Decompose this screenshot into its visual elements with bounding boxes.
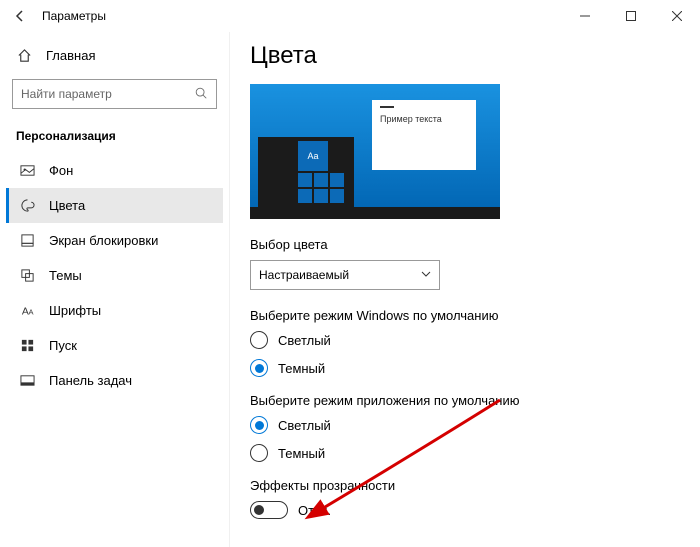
section-title: Персонализация [6,123,223,153]
home-icon [16,48,32,63]
app-mode-light-radio[interactable]: Светлый [250,416,680,434]
dropdown-value: Настраиваемый [259,268,349,282]
back-button[interactable] [10,6,30,26]
transparency-label: Эффекты прозрачности [250,478,680,493]
nav-colors[interactable]: Цвета [6,188,223,223]
minimize-button[interactable] [562,0,608,32]
content-area: Цвета Aa Пример текста Выбор цвета Настр… [230,32,700,547]
radio-label: Темный [278,446,325,461]
windows-mode-label: Выберите режим Windows по умолчанию [250,308,680,323]
color-choice-label: Выбор цвета [250,237,680,252]
svg-text:A: A [28,307,33,316]
nav-background[interactable]: Фон [6,153,223,188]
start-icon [19,338,35,353]
radio-label: Светлый [278,333,331,348]
window-controls [562,0,700,32]
preview-text: Пример текста [380,114,468,124]
search-icon [194,86,208,103]
radio-icon [250,444,268,462]
nav-label: Цвета [49,198,85,213]
radio-icon [250,359,268,377]
fonts-icon: AA [19,303,35,318]
nav-label: Шрифты [49,303,101,318]
radio-icon [250,331,268,349]
window-title: Параметры [42,9,106,23]
preview-taskbar [250,207,500,219]
windows-mode-dark-radio[interactable]: Темный [250,359,680,377]
nav-taskbar[interactable]: Панель задач [6,363,223,398]
search-input[interactable]: Найти параметр [12,79,217,109]
taskbar-icon [19,373,35,388]
nav-start[interactable]: Пуск [6,328,223,363]
search-placeholder: Найти параметр [21,87,112,101]
sidebar: Главная Найти параметр Персонализация Фо… [0,32,230,547]
preview-tile-aa: Aa [298,141,328,171]
nav-label: Панель задач [49,373,132,388]
themes-icon [19,268,35,283]
nav-label: Фон [49,163,73,178]
app-mode-dark-radio[interactable]: Темный [250,444,680,462]
nav-lockscreen[interactable]: Экран блокировки [6,223,223,258]
picture-icon [19,163,35,178]
toggle-state: Откл. [298,503,331,518]
nav-label: Экран блокировки [49,233,158,248]
radio-label: Темный [278,361,325,376]
palette-icon [19,198,35,213]
transparency-toggle[interactable] [250,501,288,519]
windows-mode-light-radio[interactable]: Светлый [250,331,680,349]
radio-icon [250,416,268,434]
nav-fonts[interactable]: AA Шрифты [6,293,223,328]
maximize-button[interactable] [608,0,654,32]
home-label: Главная [46,48,95,63]
nav-label: Пуск [49,338,77,353]
color-preview: Aa Пример текста [250,84,500,219]
preview-tiles [298,173,344,203]
preview-window: Пример текста [372,100,476,170]
chevron-down-icon [421,268,431,282]
app-mode-label: Выберите режим приложения по умолчанию [250,393,680,408]
page-title: Цвета [250,42,680,70]
titlebar: Параметры [0,0,700,32]
close-button[interactable] [654,0,700,32]
color-choice-dropdown[interactable]: Настраиваемый [250,260,440,290]
radio-label: Светлый [278,418,331,433]
nav-themes[interactable]: Темы [6,258,223,293]
home-link[interactable]: Главная [6,40,223,71]
lockscreen-icon [19,233,35,248]
nav-label: Темы [49,268,82,283]
